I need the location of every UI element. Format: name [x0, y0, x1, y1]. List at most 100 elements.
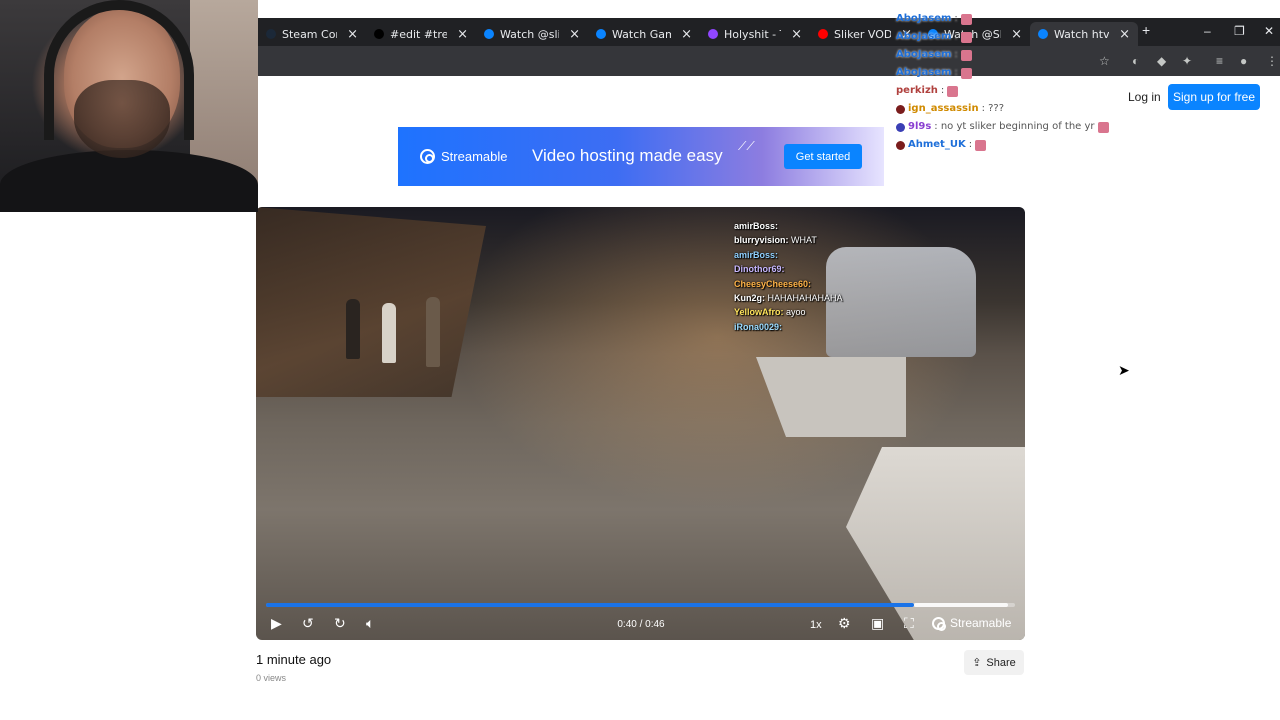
tab-close-icon[interactable]: ×	[791, 27, 802, 42]
stream-chat-username: ign_assassin	[908, 103, 979, 114]
forward-icon[interactable]: ↻	[334, 615, 346, 632]
video-frame-person	[382, 303, 396, 363]
stream-chat-username: 9l9s	[908, 121, 932, 132]
stream-chat-username: AboJasem	[896, 67, 952, 78]
stream-chat-message: :	[954, 49, 958, 60]
video-chat-username: amirBoss:	[734, 249, 779, 260]
streamable-logo-icon	[932, 616, 946, 631]
banner-logo: Streamable	[420, 149, 507, 164]
video-chat-line: CheesyCheese60:	[734, 277, 843, 291]
tab-close-icon[interactable]: ×	[1119, 27, 1130, 42]
chat-badge-icon	[896, 104, 905, 114]
video-player[interactable]: amirBoss: blurryvision: WHAT amirBoss: Di…	[256, 207, 1025, 640]
restore-window-icon[interactable]: ❐	[1234, 24, 1245, 38]
stream-chat-line: AboJasem:	[896, 46, 1109, 64]
screen: Steam Communit×#edit #trend #de×Watch @s…	[0, 0, 1280, 720]
headset-icon	[44, 0, 194, 140]
fullscreen-icon[interactable]: ⛶	[904, 615, 914, 632]
video-chat-line: blurryvision: WHAT	[734, 233, 843, 247]
video-chat-line: Dinothor69:	[734, 262, 843, 276]
tab-close-icon[interactable]: ×	[569, 27, 580, 42]
chat-emote-icon	[960, 13, 972, 25]
tab-favicon-icon	[596, 29, 606, 39]
banner-logo-text: Streamable	[441, 149, 508, 164]
new-tab-icon[interactable]: +	[1142, 22, 1150, 38]
get-started-button[interactable]: Get started	[784, 144, 862, 169]
stream-chat-message: : no yt sliker beginning of the yr	[934, 121, 1095, 132]
puzzle-extensions-icon[interactable]: ✦	[1182, 54, 1192, 68]
extension-icon[interactable]: ◐	[1132, 54, 1139, 68]
browser-tab[interactable]: #edit #trend #de ×	[366, 22, 476, 46]
stream-chat-username: AboJasem	[896, 13, 952, 24]
video-frame-person	[346, 299, 360, 359]
streamable-brand-link[interactable]: Streamable	[932, 616, 1012, 631]
video-buffer-bar	[913, 603, 1008, 607]
posted-time: 1 minute ago	[256, 652, 332, 667]
sparkle-icon: ⟋⟋	[738, 139, 755, 153]
video-chat-username: CheesyCheese60:	[734, 278, 812, 289]
signup-button[interactable]: Sign up for free	[1168, 84, 1260, 110]
stream-chat-line: AboJasem:	[896, 10, 1109, 28]
share-label: Share	[986, 656, 1016, 669]
video-chat-line: amirBoss:	[734, 219, 843, 233]
stream-chat-username: AboJasem	[896, 31, 952, 42]
video-chat-username: blurryvision:	[734, 235, 789, 246]
stream-chat-username: perkizh	[896, 85, 938, 96]
tab-label: Watch @sliker | St	[500, 27, 559, 41]
browser-tab[interactable]: Holyshit - Twitch ×	[700, 22, 810, 46]
tab-label: #edit #trend #de	[390, 27, 448, 41]
stream-chat-line: ign_assassin: ???	[896, 100, 1109, 118]
video-frame-person	[426, 297, 440, 367]
picture-in-picture-icon[interactable]: ▣	[871, 615, 884, 632]
settings-gear-icon[interactable]: ⚙	[838, 615, 851, 632]
rewind-icon[interactable]: ↺	[302, 615, 314, 632]
video-chat-message: WHAT	[788, 235, 817, 246]
stream-chat-message: : ???	[981, 103, 1005, 114]
tab-favicon-icon	[484, 29, 494, 39]
chat-emote-icon	[960, 31, 972, 43]
media-queue-icon[interactable]: ≡	[1216, 54, 1223, 68]
stream-chat-message: :	[968, 139, 973, 150]
close-window-icon[interactable]: ✕	[1264, 24, 1274, 38]
banner-slogan: Video hosting made easy	[532, 146, 723, 165]
tab-favicon-icon	[708, 29, 718, 39]
play-icon[interactable]: ▶	[271, 615, 282, 632]
tab-close-icon[interactable]: ×	[681, 27, 692, 42]
stream-chat-message: :	[940, 85, 945, 96]
video-chat-line: YellowAfro: ayoo	[734, 305, 843, 319]
video-chat-line: Kun2g: HAHAHAHAHAHA	[734, 291, 843, 305]
video-progress-bar[interactable]	[266, 603, 1015, 607]
tab-close-icon[interactable]: ×	[457, 27, 468, 42]
promo-banner[interactable]: Streamable Video hosting made easy ⟋⟋ Ge…	[398, 127, 884, 186]
stream-chat-message: :	[954, 67, 958, 78]
stream-chat-message: :	[954, 31, 958, 42]
shield-extension-icon[interactable]: ◆	[1157, 54, 1166, 68]
chat-emote-icon	[960, 49, 972, 61]
stream-chat-line: AboJasem:	[896, 64, 1109, 82]
streamable-brand-label: Streamable	[950, 616, 1012, 630]
browser-tab[interactable]: Watch @sliker | St ×	[476, 22, 588, 46]
tab-close-icon[interactable]: ×	[347, 27, 358, 42]
login-link[interactable]: Log in	[1128, 90, 1161, 104]
minimize-window-icon[interactable]: –	[1204, 24, 1211, 38]
volume-icon[interactable]: 🔈︎	[366, 615, 374, 632]
share-button[interactable]: ⇪ Share	[964, 650, 1024, 675]
stream-chat-line: 9l9s: no yt sliker beginning of the yr	[896, 118, 1109, 136]
view-count: 0 views	[256, 673, 287, 683]
browser-tab[interactable]: Steam Communit ×	[258, 22, 366, 46]
stream-chat-line: perkizh:	[896, 82, 1109, 100]
stream-chat-message: :	[954, 13, 958, 24]
stream-chat-overlay: AboJasem: AboJasem: AboJasem: AboJasem: perk…	[896, 10, 1109, 154]
video-frame-wall	[256, 207, 486, 397]
video-chat-overlay: amirBoss: blurryvision: WHAT amirBoss: Di…	[734, 219, 843, 334]
tab-favicon-icon	[818, 29, 828, 39]
video-time-display: 0:40 / 0:46	[617, 619, 665, 630]
video-progress-fill	[266, 603, 914, 607]
chat-emote-icon	[947, 85, 959, 97]
browser-tab[interactable]: Watch Game Seg ×	[588, 22, 700, 46]
playback-speed-button[interactable]: 1x	[810, 619, 822, 631]
menu-kebab-icon[interactable]: ⋮	[1266, 54, 1278, 68]
webcam-shirt	[0, 150, 258, 212]
streamable-logo-icon	[420, 149, 435, 164]
profile-avatar-icon[interactable]: ●	[1240, 54, 1247, 68]
